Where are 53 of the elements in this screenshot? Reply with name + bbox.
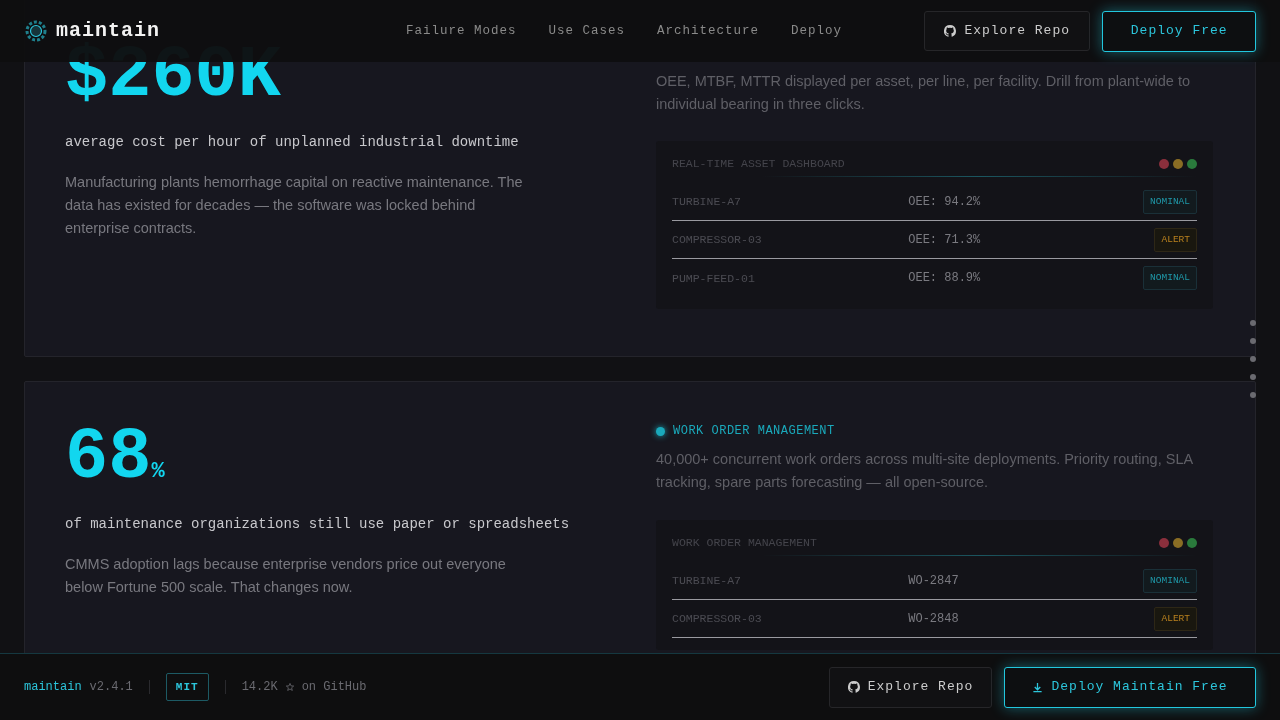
stat-number: 68% [65,422,166,494]
section-nav-dot[interactable] [1250,320,1256,326]
download-icon [1032,681,1044,693]
cat-icon [847,681,860,693]
nav-link[interactable]: Use Cases [548,21,625,41]
version-text: v2.4.1 [89,679,133,696]
metric-value: OEE: 88.9% [908,270,982,288]
feature-text: OEE, MTBF, MTTR displayed per asset, per line, per facility. Drill from plant-wide to individual bearing in three clicks. [656,72,1191,114]
metric-value: OEE: 94.2% [908,193,982,211]
asset-name: COMPRESSOR-03 [672,232,763,249]
gear-logo-icon [24,19,48,43]
deploy-button[interactable]: Deploy Maintain Free [1004,666,1256,708]
explore-repo-button[interactable]: Explore Repo [924,10,1091,51]
license-tag: MIT [165,672,209,702]
github-label: on GitHub [301,679,367,696]
cat-icon [944,24,957,37]
section-nav-dot[interactable] [1250,392,1256,398]
star-icon [285,683,294,691]
section-nav-dot[interactable] [1250,374,1256,380]
status-tag: NOMINAL [1143,568,1197,593]
metric-value: WO-2848 [908,610,960,628]
description-text: Manufacturing plants hemorrhage capital on reactive maintenance. The data has existed for decades — the software was locked behind enterprise contracts. [65,173,524,238]
asset-name: COMPRESSOR-03 [672,611,763,628]
asset-name: TURBINE-A7 [672,573,742,590]
status-tag: NOMINAL [1143,266,1197,291]
section-nav-dot[interactable] [1250,338,1256,344]
status-dot [656,426,665,436]
stat-caption: of maintenance organizations still use paper or spreadsheets [65,515,571,534]
feature-tag: WORK ORDER MANAGEMENT [673,422,835,440]
metric-value: OEE: 71.3% [908,231,982,249]
nav-link[interactable]: Architecture [657,21,759,41]
window-dot [1173,537,1183,548]
star-count: 14.2K [241,679,278,696]
nav-link[interactable]: Failure Modes [405,21,517,41]
asset-name: PUMP-FEED-01 [672,270,756,287]
description-text: CMMS adoption lags because enterprise vendors price out everyone below Fortune 500 scale. That changes now. [65,555,507,597]
metric-value: WO-2847 [908,572,960,590]
window-dot [1187,537,1197,548]
status-tag: NOMINAL [1143,189,1197,214]
stat-caption: average cost per hour of unplanned industrial downtime [65,133,520,152]
asset-name: TURBINE-A7 [672,194,742,211]
section-nav-dot[interactable] [1250,356,1256,362]
nav-link[interactable]: Deploy [791,21,843,41]
window-dot [1159,537,1169,548]
explore-repo-button[interactable]: Explore Repo [829,666,992,708]
deploy-button[interactable]: Deploy Free [1102,10,1256,52]
status-tag: ALERT [1154,227,1197,252]
feature-text: 40,000+ concurrent work orders across multi-site deployments. Priority routing, SLA tracking, spare parts forecasting — all open-source. [656,450,1194,492]
product-name: maintain [24,679,82,696]
status-tag: ALERT [1154,606,1197,631]
window-dot [1187,158,1197,169]
window-dot [1173,158,1183,169]
window-dot [1159,158,1169,169]
